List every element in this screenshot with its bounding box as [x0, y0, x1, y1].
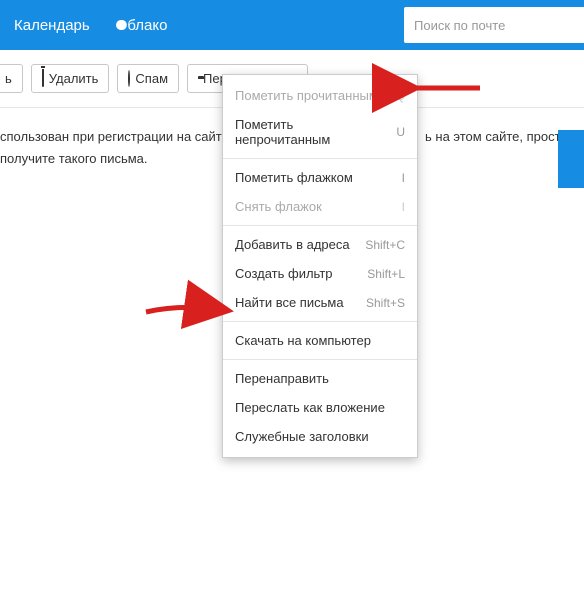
dropdown-item[interactable]: Скачать на компьютер	[223, 326, 417, 355]
dropdown-item-shortcut: Shift+S	[366, 296, 405, 310]
spam-label: Спам	[135, 71, 168, 86]
top-bar: Календарь Облако	[0, 0, 584, 50]
dropdown-item-label: Пометить прочитанным	[235, 88, 378, 103]
dropdown-item-shortcut: Shift+C	[365, 238, 405, 252]
delete-button[interactable]: Удалить	[31, 64, 110, 93]
toolbar-first-button[interactable]: ь	[0, 64, 23, 93]
delete-label: Удалить	[49, 71, 99, 86]
dropdown-item[interactable]: Переслать как вложение	[223, 393, 417, 422]
dropdown-item-shortcut: I	[402, 200, 405, 214]
dropdown-item: Снять флажок I	[223, 192, 417, 221]
body-line1b: ь на этом сайте, просто	[425, 129, 568, 144]
dropdown-separator	[223, 225, 417, 226]
dropdown-item-label: Скачать на компьютер	[235, 333, 371, 348]
dropdown-item[interactable]: Перенаправить	[223, 364, 417, 393]
search-box[interactable]	[404, 7, 584, 43]
cloud-link[interactable]: Облако	[110, 17, 168, 34]
dropdown-item-label: Создать фильтр	[235, 266, 333, 281]
dropdown-item-label: Добавить в адреса	[235, 237, 350, 252]
dropdown-item-shortcut: U	[396, 125, 405, 139]
dropdown-item[interactable]: Служебные заголовки	[223, 422, 417, 451]
thumbs-down-icon	[128, 71, 130, 86]
calendar-label: Календарь	[14, 17, 90, 34]
calendar-link[interactable]: Календарь	[8, 17, 90, 34]
trash-icon	[42, 71, 44, 86]
body-line1a: спользован при регистрации на сайт	[0, 129, 222, 144]
arrow-to-more	[406, 78, 484, 101]
dropdown-separator	[223, 359, 417, 360]
dropdown-item-label: Снять флажок	[235, 199, 322, 214]
dropdown-item[interactable]: Пометить флажком I	[223, 163, 417, 192]
dropdown-item-shortcut: Shift+L	[367, 267, 405, 281]
dropdown-item-label: Найти все письма	[235, 295, 344, 310]
dropdown-item[interactable]: Найти все письма Shift+S	[223, 288, 417, 317]
body-line2: получите такого письма.	[0, 151, 148, 166]
spam-button[interactable]: Спам	[117, 64, 179, 93]
dropdown-item: Пометить прочитанным Q	[223, 81, 417, 110]
dropdown-item[interactable]: Пометить непрочитанным U	[223, 110, 417, 154]
dropdown-item-label: Служебные заголовки	[235, 429, 369, 444]
dropdown-item-label: Пометить флажком	[235, 170, 353, 185]
toolbar-first-tail: ь	[5, 71, 12, 86]
side-flap	[558, 130, 584, 188]
dropdown-item-shortcut: Q	[396, 89, 405, 103]
dropdown-item-label: Перенаправить	[235, 371, 329, 386]
dropdown-item-label: Переслать как вложение	[235, 400, 385, 415]
dropdown-item[interactable]: Создать фильтр Shift+L	[223, 259, 417, 288]
search-input[interactable]	[412, 17, 576, 34]
dropdown-item-label: Пометить непрочитанным	[235, 117, 384, 147]
dropdown-item[interactable]: Добавить в адреса Shift+C	[223, 230, 417, 259]
dropdown-separator	[223, 158, 417, 159]
more-dropdown: Пометить прочитанным Q Пометить непрочитан…	[222, 74, 418, 458]
arrow-to-download	[142, 298, 232, 325]
dropdown-separator	[223, 321, 417, 322]
dropdown-item-shortcut: I	[402, 171, 405, 185]
